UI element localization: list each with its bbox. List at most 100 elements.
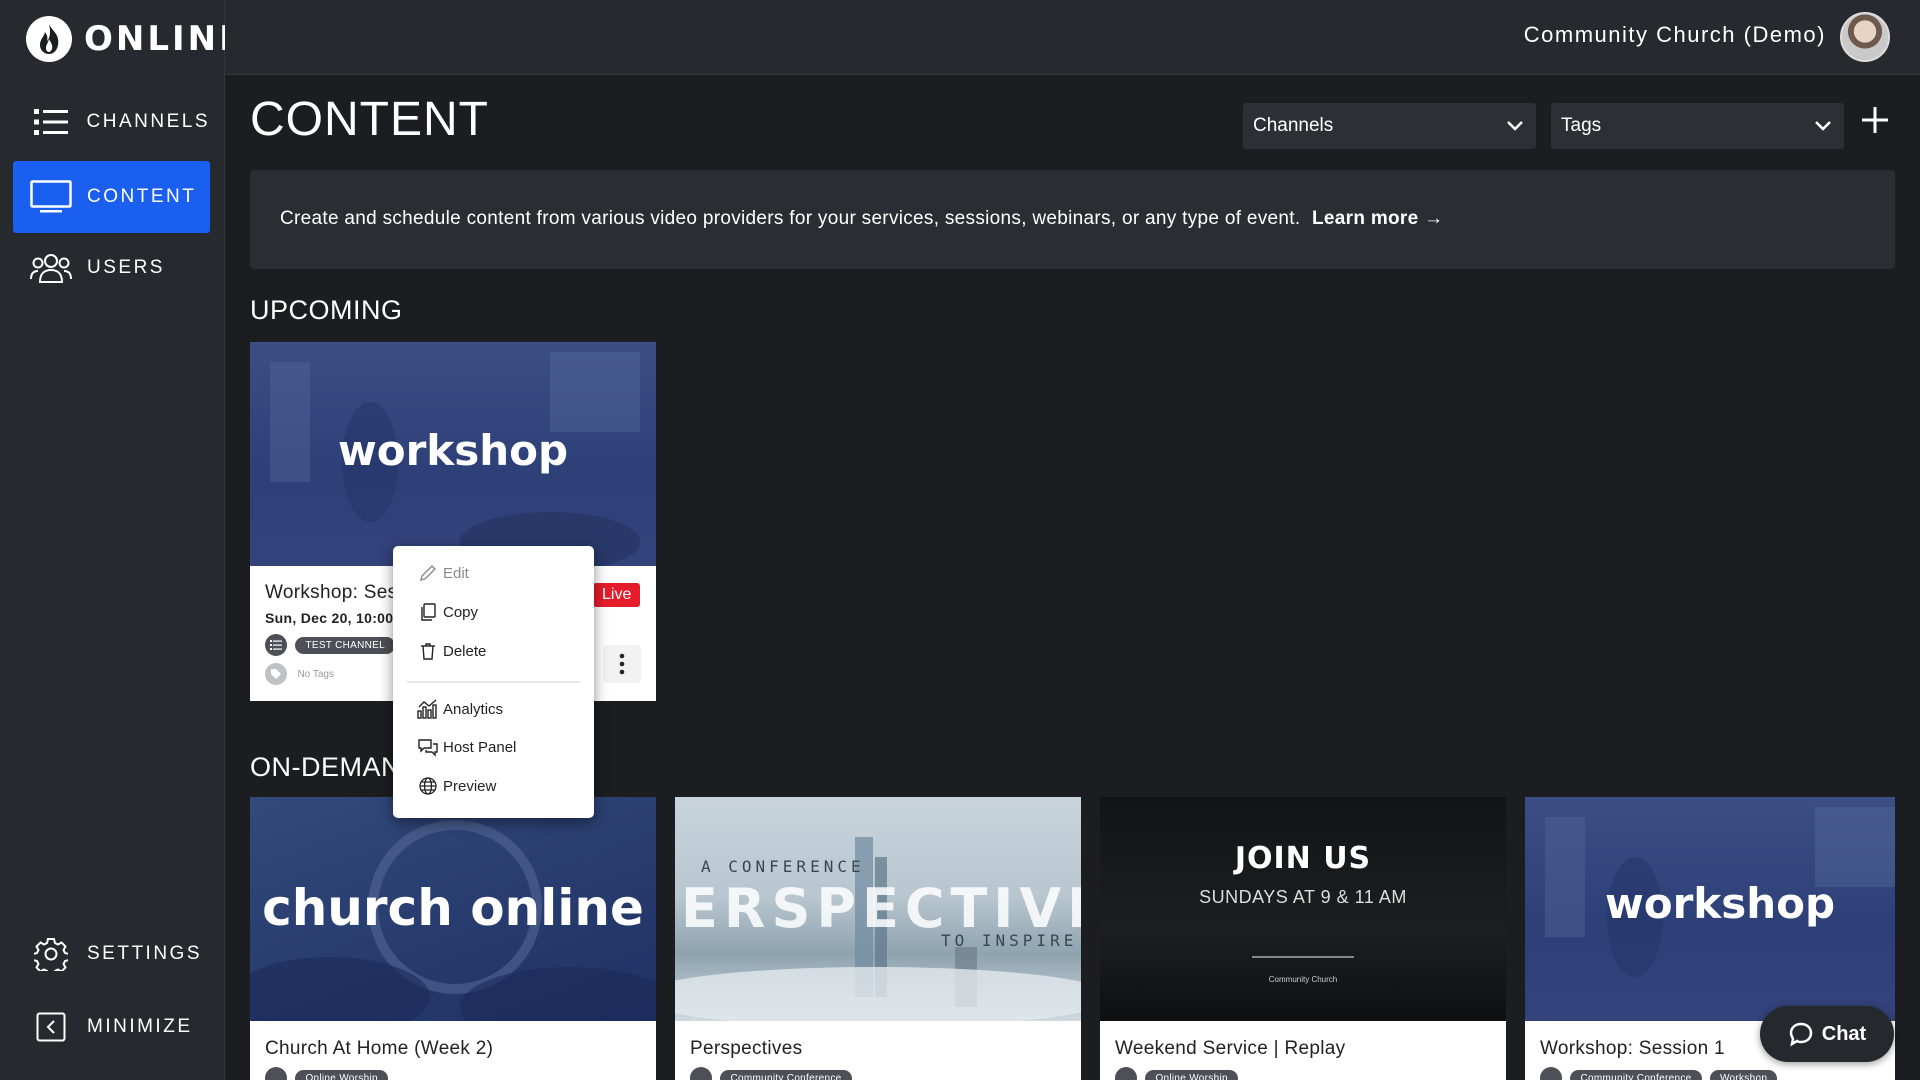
live-badge: Live xyxy=(593,583,641,607)
channels-filter-value: Channels xyxy=(1253,115,1334,136)
card-thumbnail[interactable]: JOIN US SUNDAYS AT 9 & 11 AM Community C… xyxy=(1100,797,1506,1021)
channel-pill: Workshop xyxy=(1709,1069,1778,1080)
plus-icon xyxy=(1862,107,1888,133)
community-church-logo: Community Church xyxy=(1268,975,1338,984)
upcoming-heading: UPCOMING xyxy=(250,295,403,325)
thumbnail-subtitle: A CONFERENCE xyxy=(701,857,865,876)
thumbnail-text: JOIN US xyxy=(1234,841,1372,876)
brand-logo[interactable]: ONLINE xyxy=(26,16,245,62)
on-demand-card[interactable]: JOIN US SUNDAYS AT 9 & 11 AM Community C… xyxy=(1100,797,1506,1080)
sidebar-item-settings[interactable]: SETTINGS xyxy=(13,918,210,990)
chevron-down-icon xyxy=(1507,121,1523,131)
avatar[interactable] xyxy=(1840,12,1890,62)
list-icon xyxy=(1115,1067,1137,1080)
channels-filter-select[interactable]: Channels xyxy=(1243,103,1536,149)
list-icon xyxy=(265,634,287,656)
list-icon xyxy=(29,102,73,142)
card-title: Weekend Service | Replay xyxy=(1115,1038,1346,1059)
card-channels: Online Worship xyxy=(1115,1067,1238,1080)
card-thumbnail[interactable]: A CONFERENCE ERSPECTIVE TO INSPIRE xyxy=(675,797,1081,1021)
organization-name[interactable]: Community Church (Demo) xyxy=(1524,22,1826,48)
kebab-menu-icon xyxy=(619,653,625,675)
card-channels: Community Conference Workshop xyxy=(1540,1067,1778,1080)
menu-item-label: Host Panel xyxy=(443,738,517,756)
thumbnail-text: church online xyxy=(262,879,644,937)
card-title: Workshop: Session 1 xyxy=(1540,1038,1725,1059)
menu-item-copy[interactable]: Copy xyxy=(417,601,478,623)
menu-item-label: Preview xyxy=(443,777,497,795)
thumbnail-text: workshop xyxy=(337,426,569,475)
menu-item-delete[interactable]: Delete xyxy=(417,640,486,662)
channel-pill: Community Conference xyxy=(1570,1069,1702,1080)
globe-icon xyxy=(417,775,439,797)
sidebar-item-label: CONTENT xyxy=(87,186,197,207)
list-icon xyxy=(265,1067,287,1080)
copy-icon xyxy=(417,601,439,623)
chevron-down-icon xyxy=(1815,121,1831,131)
no-tags-label: No Tags xyxy=(297,668,334,680)
sidebar-item-users[interactable]: USERS xyxy=(13,232,210,304)
more-options-button[interactable] xyxy=(603,645,641,683)
logo-text: ONLINE xyxy=(84,19,246,59)
card-title: Workshop: Ses xyxy=(265,582,398,603)
card-title: Church At Home (Week 2) xyxy=(265,1038,494,1059)
gear-icon xyxy=(29,934,73,974)
banner-text: Create and schedule content from various… xyxy=(280,208,1443,230)
card-thumbnail[interactable]: workshop xyxy=(1525,797,1895,1021)
content-context-menu: Edit Copy Delete Analytics Host Panel Pr… xyxy=(393,546,594,818)
thumbnail-subtitle: SUNDAYS AT 9 & 11 AM xyxy=(1199,887,1407,907)
info-banner: Create and schedule content from various… xyxy=(250,170,1895,269)
thumbnail-text: workshop xyxy=(1604,879,1836,928)
learn-more-link[interactable]: Learn more → xyxy=(1312,208,1443,229)
sidebar-item-label: MINIMIZE xyxy=(87,1016,193,1037)
sidebar-item-content[interactable]: CONTENT xyxy=(13,161,210,233)
thumbnail-subtitle-2: TO INSPIRE xyxy=(941,931,1078,950)
chat-bubble-icon xyxy=(1789,1022,1813,1047)
sidebar-item-label: SETTINGS xyxy=(87,943,203,964)
menu-divider xyxy=(407,681,580,683)
flame-logo-icon xyxy=(26,16,72,62)
menu-item-host-panel[interactable]: Host Panel xyxy=(417,736,516,758)
sidebar: ONLINE CHANNELS CONTENT USERS SETTINGS M… xyxy=(0,0,242,1080)
channel-pill: TEST CHANNEL xyxy=(295,636,395,654)
card-tags: No Tags xyxy=(265,663,334,685)
tags-filter-value: Tags xyxy=(1561,115,1602,136)
menu-item-preview[interactable]: Preview xyxy=(417,775,496,797)
card-channels: Online Worship xyxy=(265,1067,388,1080)
menu-item-label: Delete xyxy=(443,642,487,660)
thumbnail-divider xyxy=(1252,956,1354,958)
trash-icon xyxy=(417,640,439,662)
on-demand-card[interactable]: A CONFERENCE ERSPECTIVE TO INSPIRE Persp… xyxy=(675,797,1081,1080)
sidebar-item-channels[interactable]: CHANNELS xyxy=(13,86,210,158)
page-title: CONTENT xyxy=(250,93,489,146)
top-bar: Community Church (Demo) xyxy=(225,0,1920,75)
banner-message: Create and schedule content from various… xyxy=(280,208,1301,229)
sidebar-item-minimize[interactable]: MINIMIZE xyxy=(13,991,210,1063)
card-thumbnail[interactable]: church online xyxy=(250,797,656,1021)
collapse-icon xyxy=(29,1007,73,1047)
menu-item-analytics[interactable]: Analytics xyxy=(417,698,503,720)
sidebar-item-label: CHANNELS xyxy=(86,111,210,132)
card-title: Perspectives xyxy=(690,1038,803,1059)
card-thumbnail[interactable]: workshop xyxy=(250,342,656,566)
menu-item-label: Copy xyxy=(443,603,479,621)
card-date: Sun, Dec 20, 10:00 xyxy=(265,610,394,626)
chat-label: Chat xyxy=(1821,1022,1867,1045)
channel-pill: Community Conference xyxy=(720,1069,852,1080)
users-icon xyxy=(29,248,73,288)
list-icon xyxy=(1540,1067,1562,1080)
card-channels: Community Conference xyxy=(690,1067,852,1080)
tags-filter-select[interactable]: Tags xyxy=(1551,103,1844,149)
sidebar-item-label: USERS xyxy=(87,257,165,278)
chat-button[interactable]: Chat xyxy=(1760,1006,1894,1062)
menu-item-label: Analytics xyxy=(443,700,504,718)
channel-pill: Online Worship xyxy=(1145,1069,1238,1080)
menu-item-label: Edit xyxy=(443,564,469,582)
on-demand-heading: ON-DEMAN xyxy=(250,752,401,782)
add-content-button[interactable] xyxy=(1858,103,1892,137)
on-demand-card[interactable]: church online Church At Home (Week 2) On… xyxy=(250,797,656,1080)
list-icon xyxy=(690,1067,712,1080)
menu-item-edit[interactable]: Edit xyxy=(417,562,469,584)
chat-bubbles-icon xyxy=(417,736,439,758)
analytics-icon xyxy=(417,698,439,720)
